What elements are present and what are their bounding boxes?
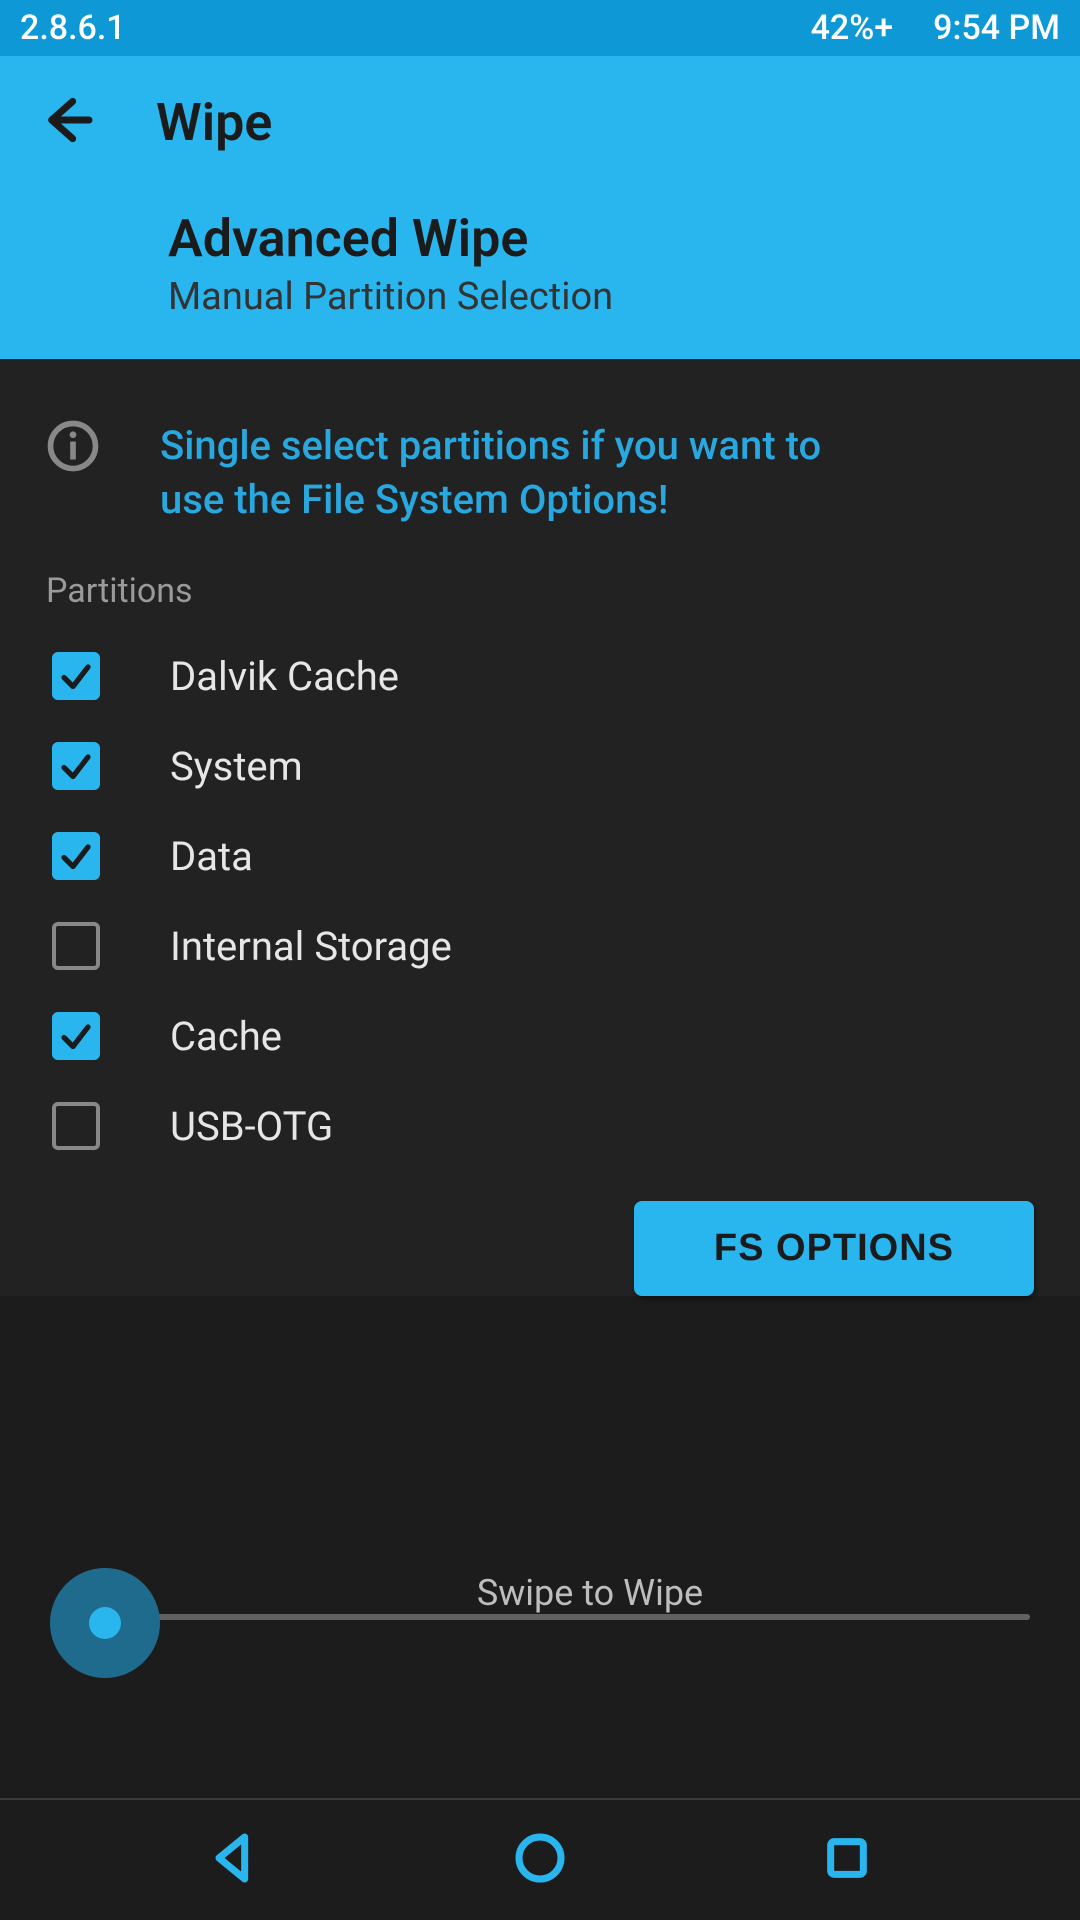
partition-label: Cache [170, 1013, 282, 1060]
version-label: 2.8.6.1 [20, 8, 126, 48]
swipe-knob[interactable] [50, 1568, 160, 1678]
partition-row[interactable]: USB-OTG [46, 1081, 1034, 1171]
partition-row[interactable]: System [46, 721, 1034, 811]
nav-home-icon[interactable] [512, 1830, 568, 1890]
fs-options-button[interactable]: FS OPTIONS [634, 1201, 1034, 1296]
page-subtitle: Advanced Wipe [168, 208, 1040, 269]
swipe-label: Swipe to Wipe [50, 1572, 1080, 1614]
swipe-knob-inner [89, 1607, 121, 1639]
android-nav-bar [0, 1798, 1080, 1920]
fs-options-wrap: FS OPTIONS [46, 1201, 1034, 1296]
page-description: Manual Partition Selection [168, 275, 1040, 319]
checkbox-checked-icon[interactable] [52, 742, 100, 790]
partition-row[interactable]: Internal Storage [46, 901, 1034, 991]
swipe-track [110, 1614, 1030, 1620]
partitions-section-label: Partitions [46, 571, 1034, 611]
header-subsection: Advanced Wipe Manual Partition Selection [168, 208, 1040, 319]
nav-back-icon[interactable] [205, 1830, 261, 1890]
partition-row[interactable]: Cache [46, 991, 1034, 1081]
checkbox-unchecked-icon[interactable] [52, 1102, 100, 1150]
info-text: Single select partitions if you want to … [160, 419, 860, 527]
partition-label: Internal Storage [170, 923, 452, 970]
status-bar: 2.8.6.1 42%+ 9:54 PM [0, 0, 1080, 56]
partition-label: Dalvik Cache [170, 653, 399, 700]
nav-recents-icon[interactable] [819, 1830, 875, 1890]
header-top-row: Wipe [40, 82, 1040, 162]
info-row: Single select partitions if you want to … [46, 419, 1034, 527]
partition-label: Data [170, 833, 253, 880]
page-header: Wipe Advanced Wipe Manual Partition Sele… [0, 56, 1080, 359]
info-icon [46, 419, 100, 477]
battery-label: 42%+ [811, 8, 894, 48]
checkbox-checked-icon[interactable] [52, 652, 100, 700]
status-right: 42%+ 9:54 PM [811, 8, 1060, 48]
partition-row[interactable]: Dalvik Cache [46, 631, 1034, 721]
page-title: Wipe [156, 92, 272, 153]
time-label: 9:54 PM [933, 8, 1060, 48]
partition-row[interactable]: Data [46, 811, 1034, 901]
partition-list: Dalvik Cache System Data Internal Storage Ca… [46, 631, 1034, 1171]
checkbox-checked-icon[interactable] [52, 832, 100, 880]
back-arrow-icon[interactable] [40, 92, 96, 152]
swipe-to-wipe-slider[interactable]: Swipe to Wipe [0, 1554, 1080, 1684]
partition-label: USB-OTG [170, 1103, 333, 1150]
content-area: Single select partitions if you want to … [0, 359, 1080, 1296]
checkbox-unchecked-icon[interactable] [52, 922, 100, 970]
checkbox-checked-icon[interactable] [52, 1012, 100, 1060]
partition-label: System [170, 743, 303, 790]
